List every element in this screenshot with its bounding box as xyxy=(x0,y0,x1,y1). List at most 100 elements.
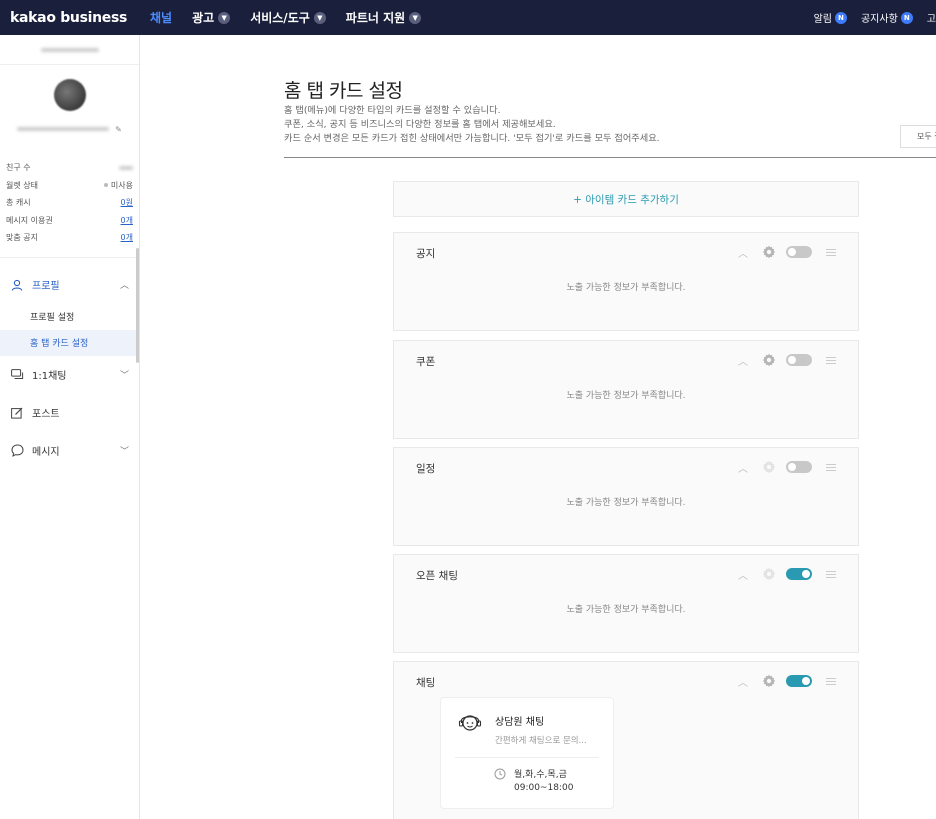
sidebar-item-message[interactable]: 메시지 ﹀ xyxy=(0,432,139,470)
sidebar-item-profile[interactable]: 프로필 ︿ xyxy=(0,266,139,304)
collapse-all-button[interactable]: 모두 접기 xyxy=(900,125,936,148)
card-title: 오픈 채팅 xyxy=(416,570,458,582)
drag-handle-icon[interactable] xyxy=(826,356,836,364)
notifications-link[interactable]: 알림 N xyxy=(814,10,847,25)
card-tools: ︿ xyxy=(736,567,836,582)
card-visibility-toggle[interactable] xyxy=(786,461,812,473)
headset-agent-icon xyxy=(457,712,483,734)
add-item-card-button[interactable]: + 아이템 카드 추가하기 xyxy=(393,181,859,217)
sidebar: ✎ 친구 수 월렛 상태 미사용 총 캐시 0원 메시지 이용권 0개 맞춤 공… xyxy=(0,35,140,819)
card-title: 일정 xyxy=(416,463,436,475)
chat-preview-divider xyxy=(455,757,599,758)
drag-handle-icon[interactable] xyxy=(826,463,836,471)
speech-bubble-icon xyxy=(10,444,24,457)
drag-handle-icon[interactable] xyxy=(826,248,836,256)
chat-preview-subtitle: 간편하게 채팅으로 문의... xyxy=(495,736,587,746)
collapse-caret-icon[interactable]: ︿ xyxy=(736,567,750,582)
chat-operating-days: 월,화,수,목,금 xyxy=(514,770,567,780)
collapse-caret-icon[interactable]: ︿ xyxy=(736,674,750,689)
new-badge: N xyxy=(834,11,847,24)
stat-cash: 총 캐시 0원 xyxy=(6,197,133,208)
blurred-channel-name xyxy=(40,47,99,52)
new-badge: N xyxy=(900,11,913,24)
person-icon xyxy=(10,279,24,291)
empty-info-message: 노출 가능한 정보가 부족합니다. xyxy=(566,283,686,293)
profile-avatar xyxy=(53,79,86,111)
chevron-down-icon: ▼ xyxy=(409,11,422,24)
card-title: 채팅 xyxy=(416,677,436,689)
collapse-caret-icon[interactable]: ︿ xyxy=(736,245,750,260)
nav-channel[interactable]: 채널 xyxy=(150,9,172,26)
gear-icon[interactable] xyxy=(762,353,776,367)
main-nav: 채널 광고 ▼ 서비스/도구 ▼ 파트너 지원 ▼ xyxy=(150,9,441,26)
card-visibility-toggle[interactable] xyxy=(786,675,812,687)
top-right-links: 알림 N 공지사항 N 고 xyxy=(800,0,936,35)
blurred-profile-name xyxy=(17,127,110,131)
gear-icon[interactable] xyxy=(762,567,776,581)
sidebar-subitem-profile-settings[interactable]: 프로필 설정 xyxy=(0,304,139,330)
customer-center-link[interactable]: 고 xyxy=(927,10,936,25)
drag-handle-icon[interactable] xyxy=(826,677,836,685)
channel-stats: 친구 수 월렛 상태 미사용 총 캐시 0원 메시지 이용권 0개 맞춤 공지 … xyxy=(0,159,139,247)
nav-ads[interactable]: 광고 ▼ xyxy=(192,9,231,26)
channel-selector[interactable] xyxy=(0,35,139,65)
card-coupon: 쿠폰 ︿ 노출 가능한 정보가 부족합니다. xyxy=(393,340,859,439)
kakao-business-logo[interactable]: kakao business xyxy=(10,10,150,26)
custom-notice-link[interactable]: 0개 xyxy=(121,232,133,243)
card-visibility-toggle[interactable] xyxy=(786,568,812,580)
sidebar-menu: 프로필 ︿ 프로필 설정 홈 탭 카드 설정 1:1채팅 ﹀ 포스트 메시지 ﹀ xyxy=(0,247,139,470)
clock-icon xyxy=(494,765,506,780)
nav-partner-support[interactable]: 파트너 지원 ▼ xyxy=(346,9,422,26)
empty-info-message: 노출 가능한 정보가 부족합니다. xyxy=(566,605,686,615)
page-title: 홈 탭 카드 설정 xyxy=(284,80,403,102)
top-navigation-bar: kakao business 채널 광고 ▼ 서비스/도구 ▼ 파트너 지원 ▼ 알림… xyxy=(0,0,936,35)
card-notice: 공지 ︿ 노출 가능한 정보가 부족합니다. xyxy=(393,232,859,331)
card-visibility-toggle[interactable] xyxy=(786,354,812,366)
chevron-up-icon: ︿ xyxy=(119,281,129,291)
sidebar-item-chat[interactable]: 1:1채팅 ﹀ xyxy=(0,356,139,394)
stat-friends: 친구 수 xyxy=(6,159,133,177)
chevron-down-icon: ▼ xyxy=(313,11,326,24)
chat-preview-title: 상담원 채팅 xyxy=(495,717,545,728)
pencil-icon[interactable]: ✎ xyxy=(115,125,122,134)
nav-services-tools[interactable]: 서비스/도구 ▼ xyxy=(250,9,326,26)
card-title: 공지 xyxy=(416,248,436,260)
blurred-friend-count xyxy=(119,165,133,170)
card-tools: ︿ xyxy=(736,353,836,368)
collapse-caret-icon[interactable]: ︿ xyxy=(736,460,750,475)
header-divider xyxy=(284,157,936,158)
profile-name-row[interactable]: ✎ xyxy=(0,123,139,135)
announcements-link[interactable]: 공지사항 N xyxy=(861,10,913,25)
edit-icon xyxy=(10,407,24,419)
empty-info-message: 노출 가능한 정보가 부족합니다. xyxy=(566,498,686,508)
status-dot xyxy=(103,183,108,188)
sidebar-item-post[interactable]: 포스트 xyxy=(0,394,139,432)
card-schedule: 일정 ︿ 노출 가능한 정보가 부족합니다. xyxy=(393,447,859,546)
stat-wallet: 월렛 상태 미사용 xyxy=(6,180,133,190)
card-title: 쿠폰 xyxy=(416,356,436,368)
card-open-chat: 오픈 채팅 ︿ 노출 가능한 정보가 부족합니다. xyxy=(393,554,859,653)
gear-icon[interactable] xyxy=(762,674,776,688)
page-description: 홈 탭(메뉴)에 다양한 타입의 카드를 설정할 수 있습니다. 쿠폰, 소식,… xyxy=(284,105,660,144)
agent-chat-preview: 상담원 채팅 간편하게 채팅으로 문의... 월,화,수,목,금 09:00~1… xyxy=(440,697,614,809)
cash-link[interactable]: 0원 xyxy=(121,197,133,208)
chevron-down-icon: ▼ xyxy=(218,11,231,24)
chat-operating-hours: 09:00~18:00 xyxy=(514,783,574,793)
gear-icon[interactable] xyxy=(762,245,776,259)
sidebar-subitem-home-tab-card[interactable]: 홈 탭 카드 설정 xyxy=(0,329,139,356)
card-chat: 채팅 ︿ 상담원 채팅 간편하게 채팅으로 문의... 월,화,수,목,금 09… xyxy=(393,661,859,819)
sidebar-divider xyxy=(0,256,139,258)
collapse-caret-icon[interactable]: ︿ xyxy=(736,353,750,368)
card-visibility-toggle[interactable] xyxy=(786,246,812,258)
chevron-down-icon: ﹀ xyxy=(119,371,129,381)
gear-icon[interactable] xyxy=(762,460,776,474)
empty-info-message: 노출 가능한 정보가 부족합니다. xyxy=(566,391,686,401)
sidebar-scrollbar[interactable] xyxy=(136,247,139,363)
stat-message-vouchers: 메시지 이용권 0개 xyxy=(6,215,133,226)
stat-custom-notice: 맞춤 공지 0개 xyxy=(6,232,133,243)
chevron-down-icon: ﹀ xyxy=(119,447,129,457)
drag-handle-icon[interactable] xyxy=(826,570,836,578)
message-voucher-link[interactable]: 0개 xyxy=(121,215,133,226)
card-tools: ︿ xyxy=(736,245,836,260)
card-tools: ︿ xyxy=(736,460,836,475)
